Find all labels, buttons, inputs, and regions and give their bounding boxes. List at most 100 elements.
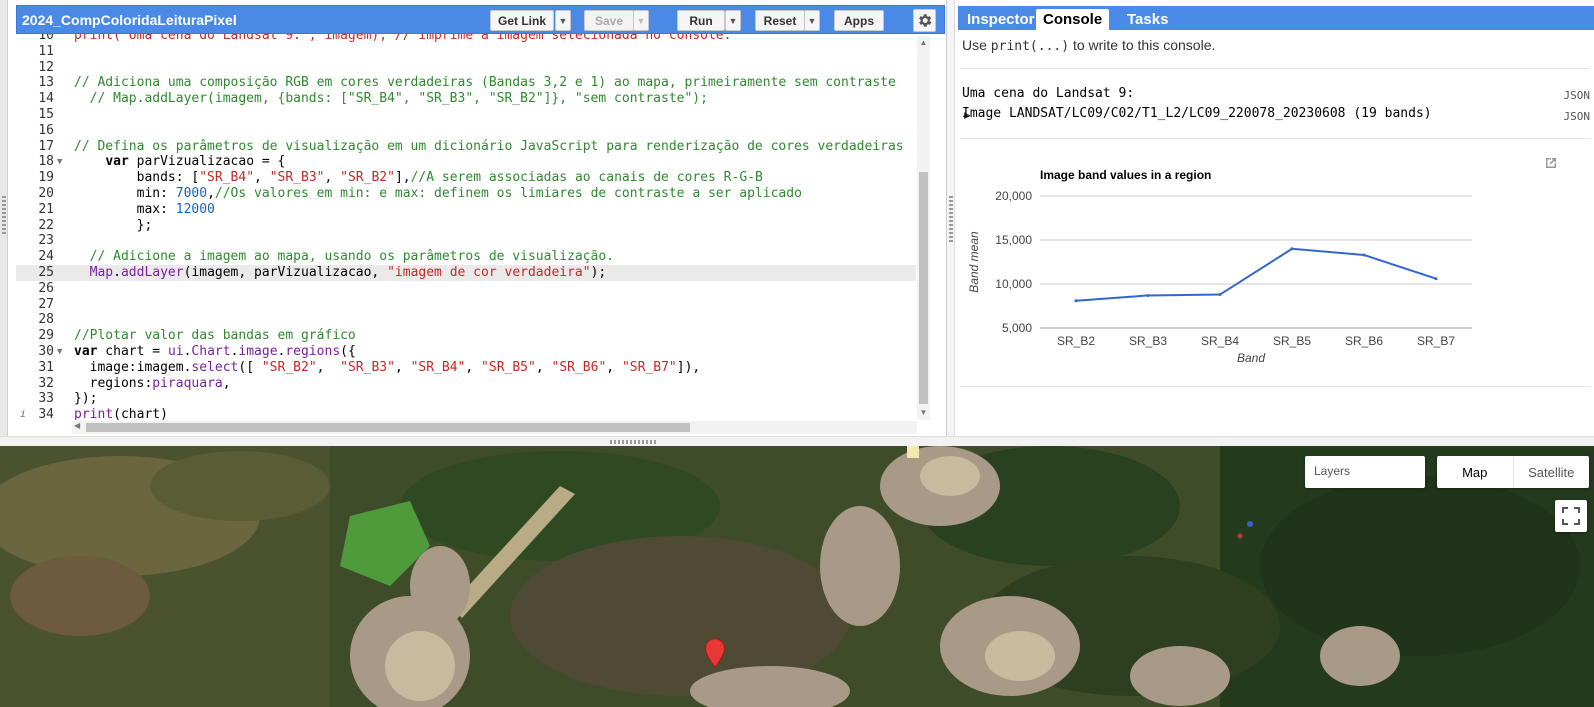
fold-arrow-icon[interactable]: ▼ [57,344,62,360]
code-line[interactable]: 32 regions:piraquara, [16,376,916,392]
code-line[interactable]: 31 image:imagem.select([ "SR_B2", "SR_B3… [16,360,916,376]
line-number: 25 [38,265,54,280]
code-line[interactable]: 15 [16,107,916,123]
map-canvas[interactable]: Layers Map Satellite [0,446,1594,707]
reset-dropdown-button[interactable]: ▼ [804,10,820,31]
code-line[interactable]: 33}); [16,391,916,407]
code-line[interactable]: 24 // Adicione a imagem ao mapa, usando … [16,249,916,265]
code-line[interactable]: 25 Map.addLayer(imagem, parVizualizacao,… [16,265,916,281]
code-line[interactable]: 20 min: 7000,//Os valores em min: e max:… [16,186,916,202]
hint-text: to write to this console. [1069,37,1216,53]
line-number: 21 [38,201,54,217]
code-line[interactable]: 13 // Adiciona uma composição RGB em core… [16,75,916,91]
code-line[interactable]: 30 ▼ var chart = ui.Chart.image.regions({ [16,344,916,360]
line-number: 23 [38,233,54,249]
json-toggle[interactable]: JSON [1564,110,1591,123]
line-number: 28 [38,312,54,328]
code-line[interactable]: 34 i print(chart) [16,407,916,420]
console-separator [960,138,1590,139]
data-point [1290,247,1294,251]
code-line[interactable]: 10 print('Uma cena do Landsat 9:', imagem… [16,34,916,44]
code-line[interactable]: 23 [16,233,916,249]
get-link-dropdown-button[interactable]: ▼ [555,10,571,31]
editor-vertical-scrollbar[interactable]: ▲ ▼ [917,36,930,420]
scroll-up-icon[interactable]: ▲ [917,38,930,47]
editor-horizontal-scrollbar[interactable]: ◀ [72,421,917,434]
y-tick-label: 5,000 [1002,321,1032,335]
code-line[interactable]: 11 [16,44,916,60]
fold-arrow-icon[interactable]: ▼ [57,154,62,170]
line-number: 20 [38,186,54,201]
scrollbar-thumb[interactable] [86,423,690,432]
code-text-area[interactable]: 10 print('Uma cena do Landsat 9:', imagem… [16,34,916,420]
layers-control[interactable]: Layers [1305,456,1425,488]
vertical-panel-divider[interactable] [947,0,955,436]
code-token: Chart [191,344,231,359]
popout-icon[interactable] [1544,156,1558,170]
fullscreen-button[interactable] [1555,500,1587,532]
code-line[interactable]: 14 // Map.addLayer(imagem, {bands: ["SR_… [16,91,916,107]
console-output-text[interactable]: Uma cena do Landsat 9: [962,86,1134,101]
code-token: "SR_B5" [481,359,536,375]
code-text: print('Uma cena do Landsat 9:', imagem);… [74,34,731,44]
map-type-map-button[interactable]: Map [1437,456,1514,488]
fullscreen-icon [1562,507,1580,525]
grip-handle-icon[interactable] [2,196,6,236]
info-marker-icon[interactable]: i [20,407,26,420]
code-line[interactable]: 21 max: 12000 [16,202,916,218]
code-line[interactable]: 17 // Defina os parâmetros de visualizaçã… [16,139,916,155]
data-point [1434,277,1438,281]
code-token: "SR_B6" [551,359,607,375]
tab-console[interactable]: Console [1036,9,1110,30]
save-dropdown-button[interactable]: ▼ [633,10,649,31]
code-line[interactable]: 26 [16,281,916,297]
grip-handle-icon[interactable] [949,196,953,242]
tab-tasks[interactable]: Tasks [1120,9,1175,30]
code-line[interactable]: 12 [16,60,916,76]
code-line[interactable]: 16 [16,123,916,139]
code-text: bands: ["SR_B4", "SR_B3", "SR_B2"],//A s… [74,170,763,186]
grip-handle-icon[interactable] [610,440,656,444]
code-token: "SR_B4" [199,170,255,186]
run-dropdown-button[interactable]: ▼ [725,10,741,31]
code-token: print('Uma cena do Landsat 9:', imagem);… [74,34,732,43]
horizontal-panel-divider[interactable] [0,436,1594,446]
map-marker-icon[interactable] [704,638,726,668]
code-line[interactable]: 27 [16,297,916,313]
code-token: , [606,359,622,375]
save-button[interactable]: Save [584,10,634,31]
code-line[interactable]: 29 //Plotar valor das bandas em gráfico [16,328,916,344]
run-button[interactable]: Run [677,10,725,31]
console-output-image[interactable]: Image LANDSAT/LC09/C02/T1_L2/LC09_220078… [962,106,1432,121]
code-token: chart = [97,344,168,359]
tab-inspector[interactable]: Inspector [960,9,1042,30]
code-token: . [113,265,121,280]
apps-button[interactable]: Apps [834,10,884,31]
json-toggle[interactable]: JSON [1564,89,1591,102]
band-chart: Image band values in a region 5,000 10,000… [956,150,1594,390]
scroll-down-icon[interactable]: ▼ [917,408,930,417]
script-title[interactable]: 2024_CompColoridaLeituraPixel [22,12,237,28]
code-token: , [465,359,482,375]
code-token: "SR_B3" [269,170,325,186]
code-text: //Plotar valor das bandas em gráfico [74,328,356,344]
get-link-button[interactable]: Get Link [490,10,554,31]
code-line[interactable]: 22 }; [16,218,916,234]
code-token: , [394,359,411,375]
code-token: parVizualizacao = { [128,154,286,170]
left-panel-resize-strip[interactable] [0,0,8,446]
console-separator [960,386,1590,387]
scroll-left-icon[interactable]: ◀ [74,421,80,430]
line-number: 22 [38,217,54,233]
code-line[interactable]: 18 ▼ var parVizualizacao = { [16,154,916,170]
settings-button[interactable] [913,9,936,32]
code-line[interactable]: 28 [16,312,916,328]
code-token: //A serem associadas ao canais de cores … [410,170,763,186]
console-panel: Inspector Console Tasks Use print(...) t… [956,0,1594,436]
scrollbar-thumb[interactable] [919,172,928,404]
map-type-satellite-button[interactable]: Satellite [1514,456,1590,488]
reset-button[interactable]: Reset [755,10,805,31]
code-token: (imagem, parVizualizacao, [183,265,388,280]
code-token: // Adiciona uma composição RGB em cores … [74,75,896,91]
code-line[interactable]: 19 bands: ["SR_B4", "SR_B3", "SR_B2"],//… [16,170,916,186]
